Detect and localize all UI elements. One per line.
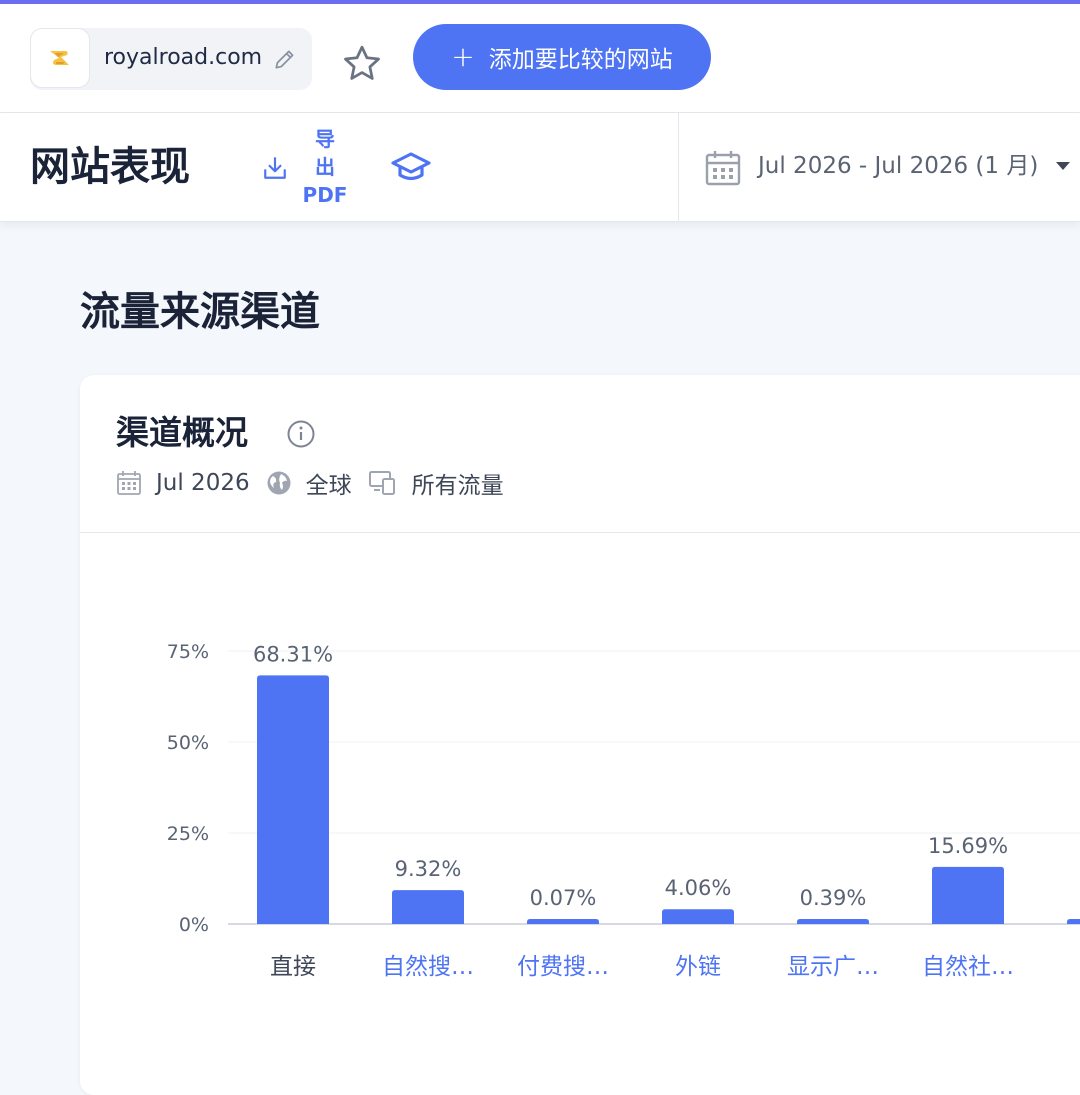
- x-tick-label[interactable]: 付费搜…: [517, 954, 609, 980]
- x-tick-label[interactable]: 外链: [675, 954, 721, 980]
- bar: [527, 919, 599, 924]
- x-tick-label[interactable]: 自然搜…: [382, 954, 474, 980]
- channel-bar-chart: 0% 25% 50% 75% 68.31% 直接 9.32% 自然搜… 0.07% 付费搜… 4.0…: [167, 641, 1080, 980]
- data-label: 9.32%: [395, 857, 462, 881]
- bar: [797, 919, 869, 924]
- bar: [662, 909, 734, 924]
- y-tick-label: 75%: [167, 641, 209, 663]
- x-tick-label[interactable]: 显示广…: [787, 954, 879, 980]
- data-label: 0.39%: [800, 886, 867, 910]
- y-tick-label: 0%: [179, 914, 209, 936]
- x-tick-label[interactable]: 自然社…: [922, 954, 1014, 980]
- bar: [392, 890, 464, 924]
- data-label: 0.07%: [530, 886, 597, 910]
- chart-area: 0% 25% 50% 75% 68.31% 直接 9.32% 自然搜… 0.07% 付费搜… 4.0…: [0, 0, 1080, 1080]
- y-tick-label: 50%: [167, 732, 209, 754]
- bar: [1067, 919, 1080, 924]
- bar: [257, 675, 329, 924]
- x-tick-label: 直接: [270, 954, 316, 980]
- data-label: 4.06%: [665, 876, 732, 900]
- data-label: 15.69%: [928, 834, 1008, 858]
- data-label: 68.31%: [253, 642, 333, 666]
- y-tick-label: 25%: [167, 823, 209, 845]
- bar: [932, 866, 1004, 924]
